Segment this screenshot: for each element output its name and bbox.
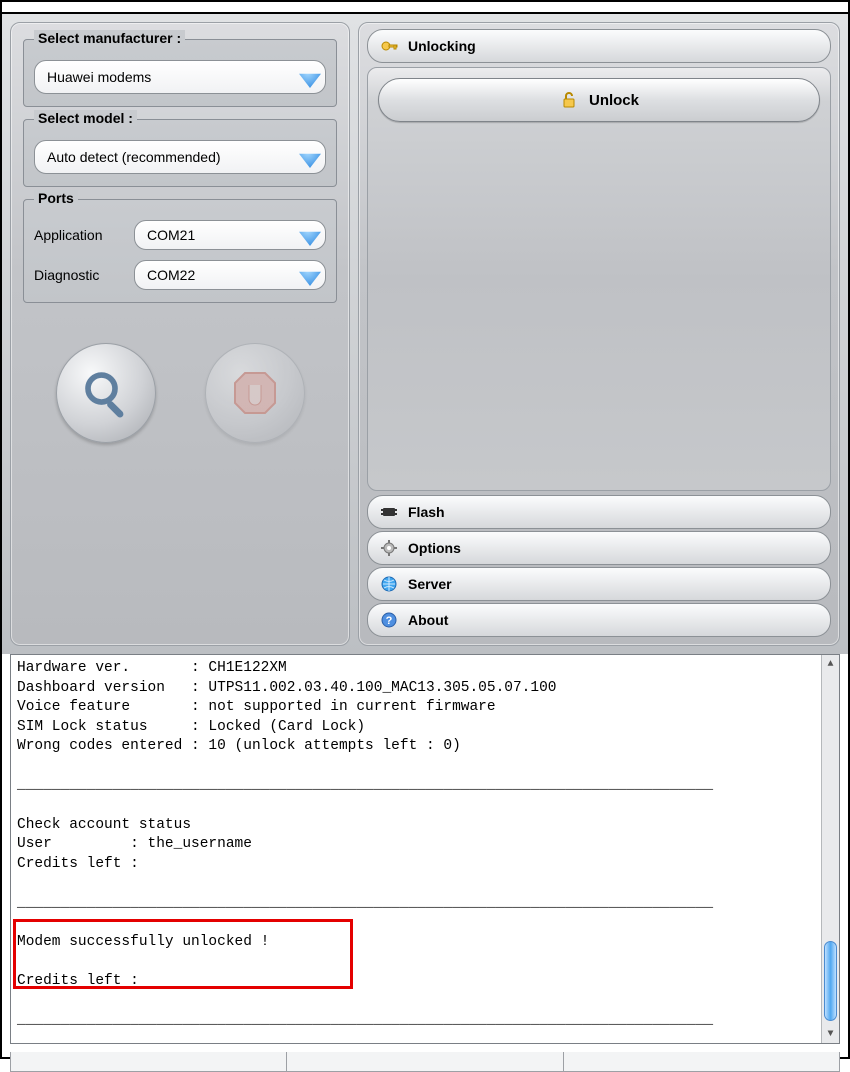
status-cell: [287, 1052, 563, 1072]
port-diagnostic-combo[interactable]: COM22: [134, 260, 326, 290]
model-label: Select model :: [34, 110, 137, 126]
ports-group: Ports Application COM21 Diagnostic COM22: [23, 199, 337, 303]
search-button[interactable]: [56, 343, 156, 443]
unlock-button-label: Unlock: [589, 92, 639, 109]
vertical-scrollbar[interactable]: ▲ ▼: [821, 655, 839, 1043]
stop-button: [205, 343, 305, 443]
chevron-down-icon: [299, 224, 321, 246]
accordion-options-label: Options: [408, 540, 461, 556]
accordion-unlocking[interactable]: Unlocking: [367, 29, 831, 63]
manufacturer-combo[interactable]: Huawei modems: [34, 60, 326, 94]
accordion-about[interactable]: ? About: [367, 603, 831, 637]
model-value: Auto detect (recommended): [47, 149, 221, 165]
accordion-options[interactable]: Options: [367, 531, 831, 565]
accordion-bottom-group: Flash Options Server ?: [359, 493, 839, 645]
ports-label: Ports: [34, 190, 78, 206]
window-topbar: [2, 2, 848, 14]
log-text: Hardware ver. : CH1E122XM Dashboard vers…: [11, 655, 839, 1035]
accordion-server-label: Server: [408, 576, 452, 592]
scroll-up-icon[interactable]: ▲: [822, 655, 839, 673]
app-window: Select manufacturer : Huawei modems Sele…: [0, 0, 850, 1059]
manufacturer-label: Select manufacturer :: [34, 30, 185, 46]
port-diagnostic-value: COM22: [147, 267, 195, 283]
log-area[interactable]: Hardware ver. : CH1E122XM Dashboard vers…: [10, 654, 840, 1044]
status-cell: [10, 1052, 287, 1072]
port-diagnostic-label: Diagnostic: [34, 267, 124, 283]
help-icon: ?: [380, 611, 398, 629]
chip-icon: [380, 503, 398, 521]
unlock-button[interactable]: Unlock: [378, 78, 820, 122]
unlocking-panel: Unlock: [367, 67, 831, 491]
manufacturer-group: Select manufacturer : Huawei modems: [23, 39, 337, 107]
accordion-server[interactable]: Server: [367, 567, 831, 601]
gear-icon: [380, 539, 398, 557]
right-panel: Unlocking Unlock Flash: [358, 22, 840, 646]
globe-icon: [380, 575, 398, 593]
left-panel: Select manufacturer : Huawei modems Sele…: [10, 22, 350, 646]
accordion-unlocking-label: Unlocking: [408, 38, 476, 54]
scroll-thumb[interactable]: [824, 941, 837, 1021]
chevron-down-icon: [299, 66, 321, 88]
port-application-row: Application COM21: [34, 220, 326, 250]
magnifier-icon: [79, 366, 133, 420]
port-application-combo[interactable]: COM21: [134, 220, 326, 250]
port-diagnostic-row: Diagnostic COM22: [34, 260, 326, 290]
status-cell: [564, 1052, 840, 1072]
accordion-flash-label: Flash: [408, 504, 445, 520]
chevron-down-icon: [299, 146, 321, 168]
manufacturer-value: Huawei modems: [47, 69, 151, 85]
action-button-row: [21, 343, 339, 443]
key-icon: [380, 37, 398, 55]
status-bar: [10, 1052, 840, 1072]
model-group: Select model : Auto detect (recommended): [23, 119, 337, 187]
accordion-flash[interactable]: Flash: [367, 495, 831, 529]
scroll-down-icon[interactable]: ▼: [822, 1025, 839, 1043]
main-area: Select manufacturer : Huawei modems Sele…: [2, 14, 848, 654]
port-application-label: Application: [34, 227, 124, 243]
unlock-icon: [559, 90, 579, 110]
model-combo[interactable]: Auto detect (recommended): [34, 140, 326, 174]
svg-text:?: ?: [386, 615, 393, 627]
chevron-down-icon: [299, 264, 321, 286]
port-application-value: COM21: [147, 227, 195, 243]
stop-hand-icon: [231, 369, 279, 417]
accordion-about-label: About: [408, 612, 448, 628]
